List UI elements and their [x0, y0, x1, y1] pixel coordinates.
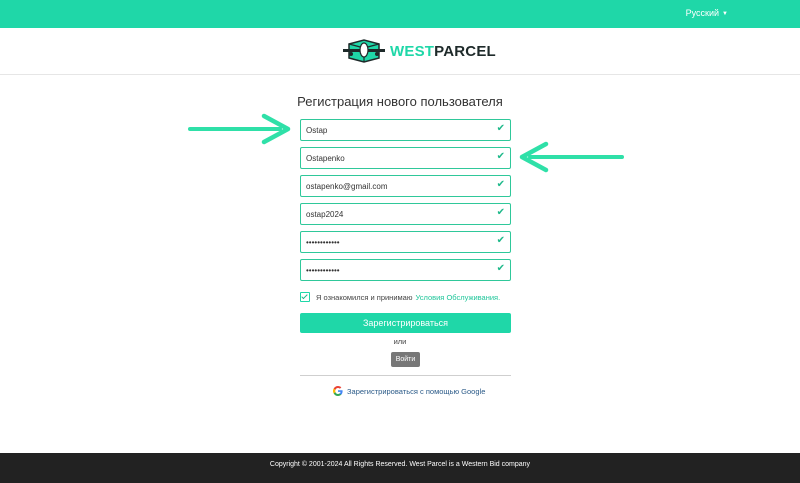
- footer-copyright: Copyright © 2001-2024 All Rights Reserve…: [269, 461, 531, 468]
- password-confirm-field[interactable]: ✔: [300, 259, 511, 281]
- first-name-input[interactable]: [301, 120, 486, 141]
- language-selector[interactable]: Русский ▼: [686, 8, 728, 18]
- check-icon: ✔: [496, 207, 505, 218]
- terms-row: Я ознакомился и принимаю Условия Обслужи…: [300, 291, 500, 303]
- google-signup-label: Зарегистрироваться с помощью Google: [347, 386, 486, 396]
- logo-text-west: WEST: [390, 42, 435, 60]
- page-title: Регистрация нового пользователя: [297, 94, 503, 109]
- chevron-down-icon: ▼: [722, 11, 728, 17]
- divider: [300, 375, 511, 376]
- logo-text-parcel: PARCEL: [434, 42, 496, 60]
- login-button[interactable]: Войти: [391, 352, 420, 367]
- terms-checkbox[interactable]: [300, 292, 310, 302]
- language-label: Русский: [685, 8, 720, 18]
- check-icon: ✔: [496, 235, 505, 246]
- footer: Copyright © 2001-2024 All Rights Reserve…: [0, 453, 800, 483]
- terms-text: Я ознакомился и принимаю: [316, 292, 413, 302]
- top-bar: Русский ▼: [0, 0, 800, 28]
- logo-text: WESTPARCEL: [390, 43, 496, 60]
- check-icon: ✔: [496, 123, 505, 134]
- password-field[interactable]: ✔: [300, 231, 511, 253]
- google-icon: [333, 386, 343, 396]
- check-icon: ✔: [496, 179, 505, 190]
- arrow-left-icon: [519, 141, 624, 173]
- email-field[interactable]: ✔: [300, 175, 511, 197]
- check-icon: ✔: [496, 263, 505, 274]
- arrow-right-icon: [188, 113, 291, 145]
- password-confirm-input[interactable]: [301, 260, 486, 281]
- username-input[interactable]: [301, 204, 486, 225]
- header: WESTPARCEL: [0, 28, 800, 75]
- password-input[interactable]: [301, 232, 486, 253]
- register-button[interactable]: Зарегистрироваться: [300, 313, 511, 333]
- logo[interactable]: WESTPARCEL: [343, 38, 496, 64]
- email-input[interactable]: [301, 176, 486, 197]
- google-signup-link[interactable]: Зарегистрироваться с помощью Google: [333, 386, 485, 396]
- terms-link[interactable]: Условия Обслуживания.: [415, 293, 500, 302]
- parcel-plane-logo-icon: [343, 39, 385, 63]
- check-icon: ✔: [496, 151, 505, 162]
- first-name-field[interactable]: ✔: [300, 119, 511, 141]
- or-divider-text: или: [393, 337, 407, 346]
- last-name-input[interactable]: [301, 148, 486, 169]
- last-name-field[interactable]: ✔: [300, 147, 511, 169]
- username-field[interactable]: ✔: [300, 203, 511, 225]
